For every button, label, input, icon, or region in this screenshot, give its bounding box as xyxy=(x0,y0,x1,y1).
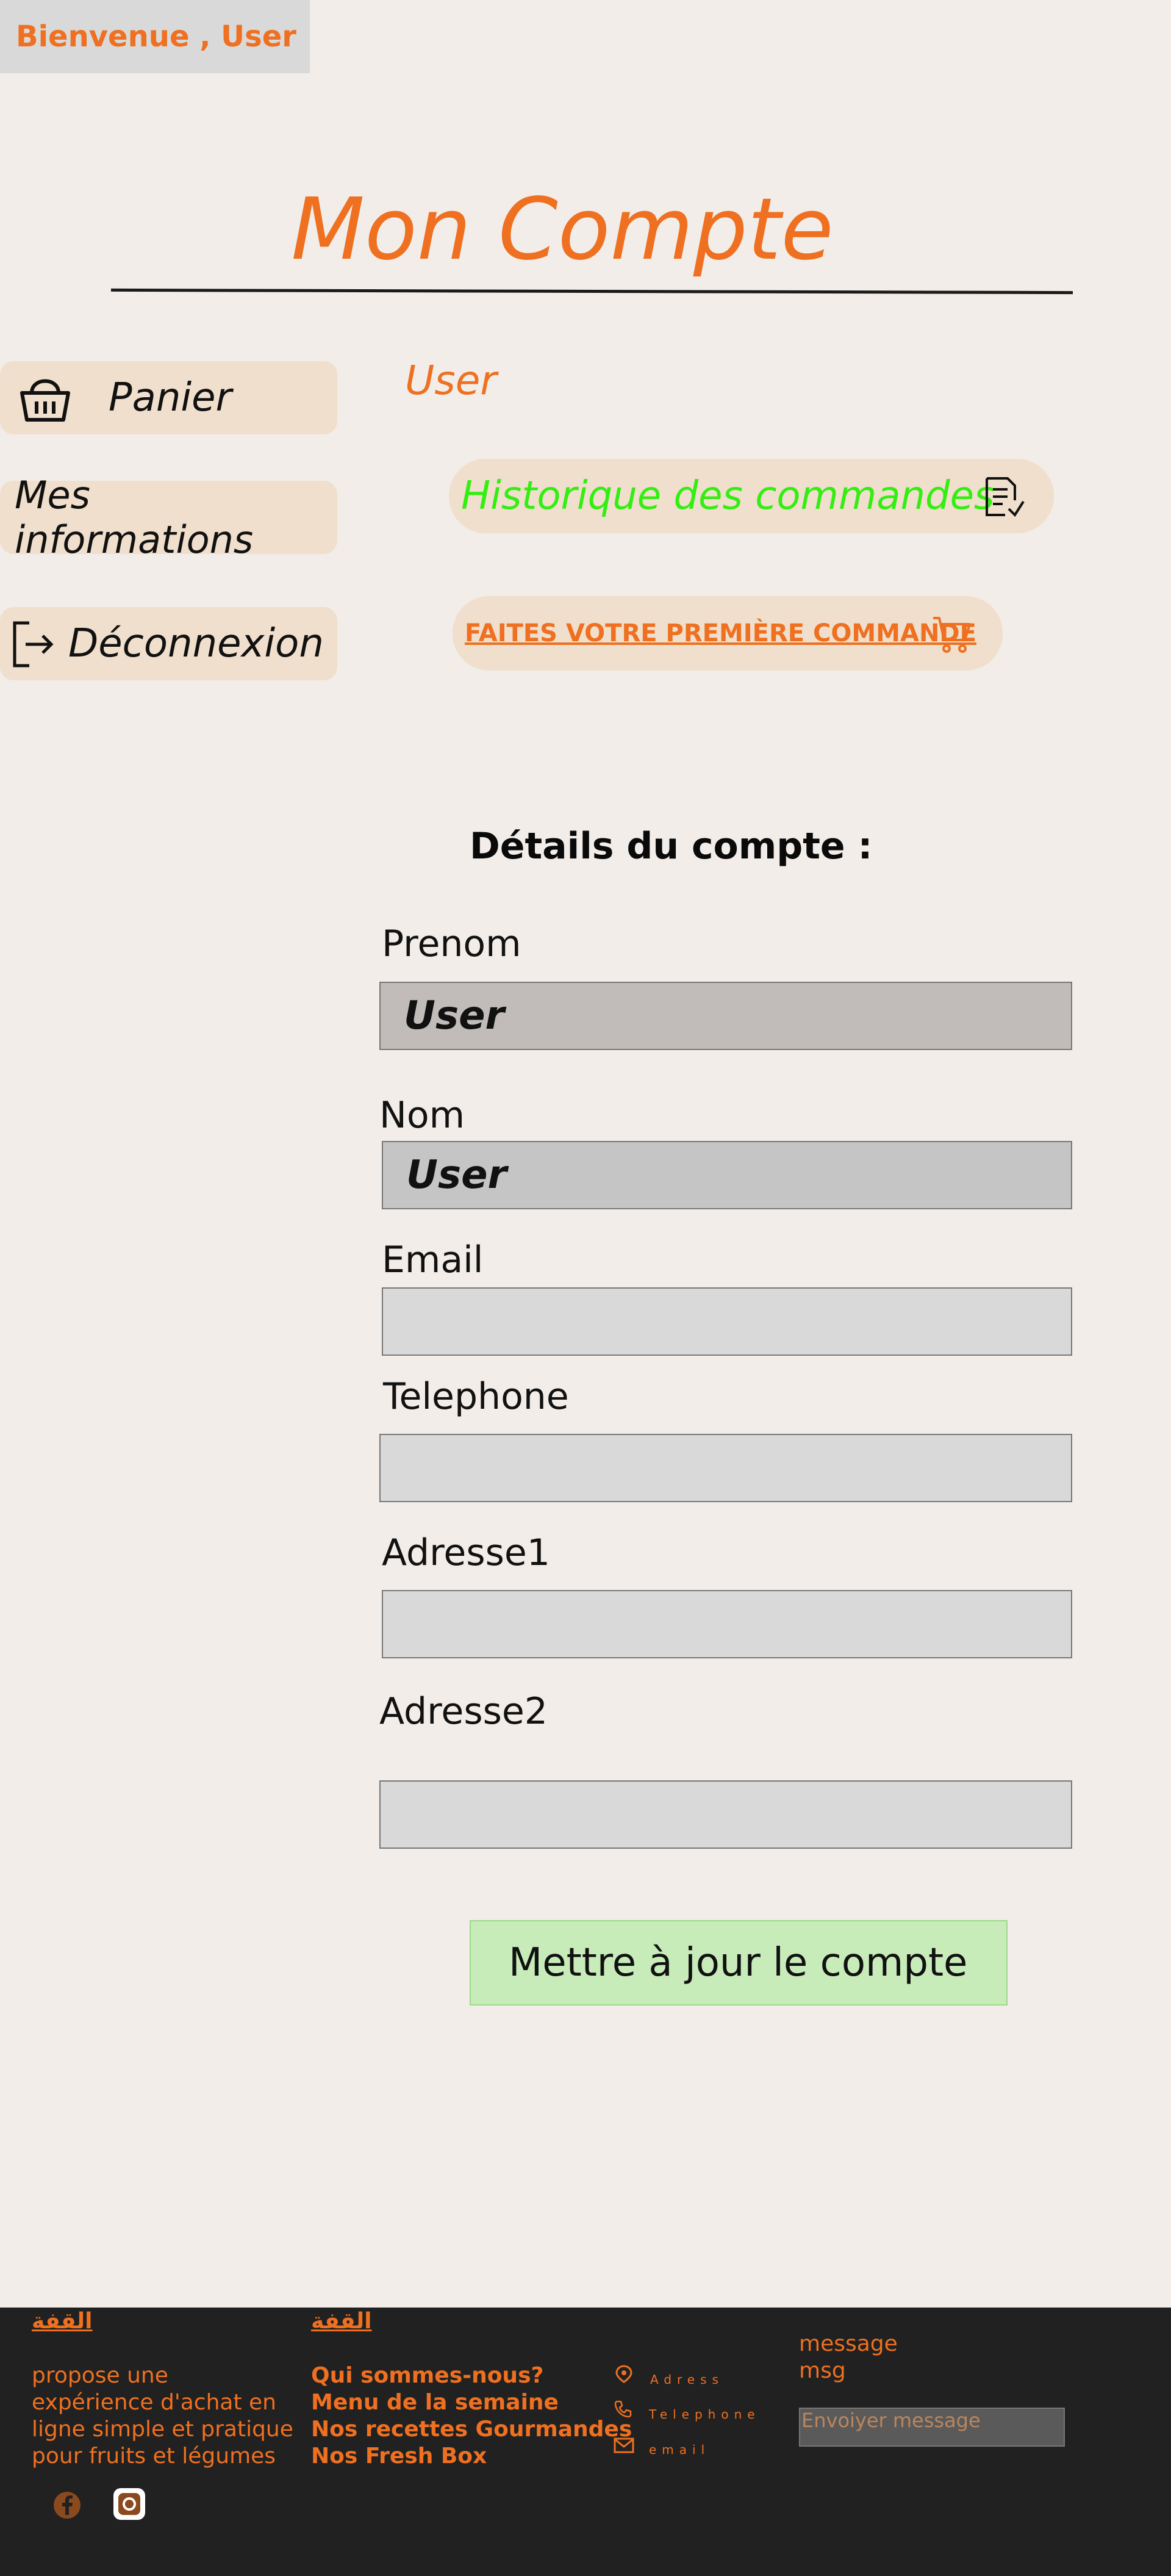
msg-label: msg xyxy=(799,2358,846,2383)
basket-icon xyxy=(18,372,72,433)
sidebar-item-label: Mes informations xyxy=(15,473,254,562)
instagram-icon[interactable] xyxy=(111,2486,148,2525)
account-details-title: Détails du compte : xyxy=(470,825,873,868)
adresse2-field[interactable] xyxy=(379,1780,1072,1849)
nom-field[interactable]: User xyxy=(382,1141,1072,1209)
footer-link-recipes[interactable]: Nos recettes Gourmandes xyxy=(311,2416,632,2443)
update-account-button[interactable]: Mettre à jour le compte xyxy=(470,1920,1008,2006)
cart-icon xyxy=(932,614,972,657)
adresse1-label: Adresse1 xyxy=(382,1531,550,1574)
adresse2-label: Adresse2 xyxy=(379,1690,548,1733)
email-label: Email xyxy=(382,1239,484,1281)
welcome-text: Bienvenue , User xyxy=(16,20,296,54)
update-account-label: Mettre à jour le compte xyxy=(509,1940,968,1985)
logout-icon xyxy=(11,619,55,679)
welcome-banner: Bienvenue , User xyxy=(0,0,310,73)
title-divider xyxy=(110,288,1073,295)
footer-message-label: message msg xyxy=(799,2331,898,2384)
facebook-icon[interactable] xyxy=(51,2489,83,2524)
order-history-label: Historique des commandes xyxy=(461,473,995,519)
email-icon xyxy=(614,2437,634,2456)
sidebar-item-panier[interactable]: Panier xyxy=(0,361,337,434)
location-icon xyxy=(614,2365,634,2386)
telephone-label: Telephone xyxy=(383,1375,569,1418)
page-title: Mon Compte xyxy=(291,180,834,279)
footer-link-about[interactable]: Qui sommes-nous? xyxy=(311,2362,632,2389)
footer-contact-address: Adress xyxy=(650,2372,724,2387)
sidebar-item-label: Panier xyxy=(109,375,232,420)
message-label: message xyxy=(799,2331,898,2356)
footer-link-menu[interactable]: Menu de la semaine xyxy=(311,2389,632,2416)
footer-description: propose une expérience d'achat en ligne … xyxy=(32,2363,293,2469)
message-input[interactable]: Envoiyer message xyxy=(799,2408,1065,2447)
footer-contact-email: email xyxy=(649,2442,711,2457)
footer-links: Qui sommes-nous? Menu de la semaine Nos … xyxy=(311,2362,632,2470)
phone-icon xyxy=(614,2399,633,2421)
account-username: User xyxy=(405,357,497,404)
footer-brand-2[interactable]: القفة xyxy=(311,2309,372,2334)
adresse1-field[interactable] xyxy=(382,1590,1072,1658)
sidebar-item-label: Déconnexion xyxy=(68,621,324,666)
first-order-button[interactable]: FAITES VOTRE PREMIÈRE COMMANDE xyxy=(453,596,1003,671)
nom-label: Nom xyxy=(379,1094,465,1137)
prenom-field[interactable]: User xyxy=(379,982,1072,1050)
footer-link-freshbox[interactable]: Nos Fresh Box xyxy=(311,2443,632,2470)
document-check-icon xyxy=(983,476,1026,521)
footer-brand[interactable]: القفة xyxy=(32,2309,93,2334)
telephone-field[interactable] xyxy=(379,1434,1072,1502)
sidebar-item-deconnexion[interactable]: Déconnexion xyxy=(0,607,337,680)
prenom-label: Prenom xyxy=(382,923,521,965)
order-history-button[interactable]: Historique des commandes xyxy=(449,459,1054,533)
email-field[interactable] xyxy=(382,1287,1072,1356)
sidebar-item-mes-informations[interactable]: Mes informations xyxy=(0,473,337,562)
first-order-label: FAITES VOTRE PREMIÈRE COMMANDE xyxy=(465,619,976,647)
footer-contact-phone: Telephone xyxy=(649,2407,761,2422)
